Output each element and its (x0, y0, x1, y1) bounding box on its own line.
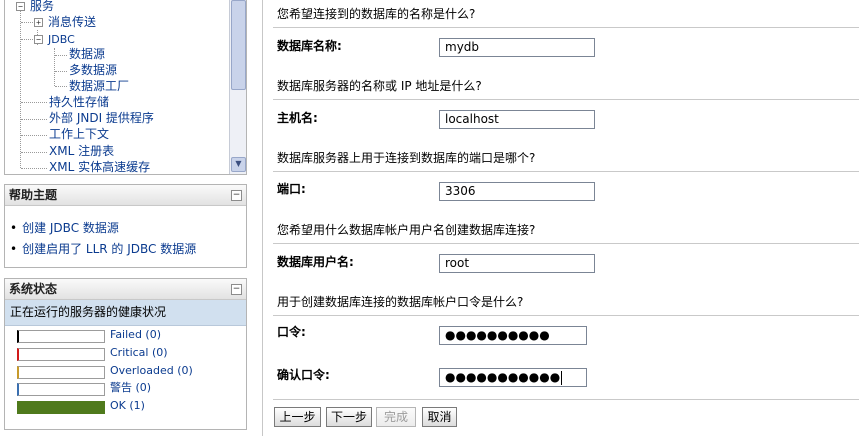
port-input[interactable]: 3306 (439, 182, 595, 201)
tree-item-label[interactable]: 服务 (30, 0, 54, 13)
tree-item-data-sources[interactable]: 数据源 (69, 46, 105, 63)
host-input[interactable]: localhost (439, 110, 595, 129)
health-bar (17, 366, 105, 379)
health-row: OK (1) (13, 397, 243, 415)
tree-item-work-contexts[interactable]: 工作上下文 (49, 126, 109, 143)
health-bar (17, 348, 105, 361)
confirm-password-value: ●●●●●●●●●●● (445, 370, 561, 384)
collapse-icon[interactable]: − (34, 35, 43, 44)
health-bar (17, 330, 105, 343)
domain-structure-tree: − 服务 + 消息传送 − JDBC 数据源 多数据源 数据源工厂 持久性存储 (4, 0, 247, 175)
confirm-password-input[interactable]: ●●●●●●●●●●● (439, 368, 587, 387)
tree-item-persistent-stores[interactable]: 持久性存储 (49, 94, 109, 111)
help-link[interactable]: • 创建 JDBC 数据源 (10, 218, 246, 239)
username-label: 数据库用户名: (277, 255, 354, 269)
host-label: 主机名: (277, 111, 318, 125)
expand-icon[interactable]: + (34, 18, 43, 27)
system-status-panel: 系统状态 − 正在运行的服务器的健康状况 Failed (0) Critical … (4, 278, 247, 430)
cancel-button[interactable]: 取消 (422, 407, 457, 427)
connection-form: 您希望连接到的数据库的名称是什么? 数据库名称: mydb 数据库服务器的名称或… (263, 0, 862, 436)
panel-header: 系统状态 − (5, 279, 246, 300)
health-link[interactable]: Critical (0) (110, 344, 168, 362)
tree-content: − 服务 + 消息传送 − JDBC 数据源 多数据源 数据源工厂 持久性存储 (5, 0, 229, 174)
tree-scrollbar[interactable]: ▼ (229, 0, 246, 174)
health-link[interactable]: 警告 (0) (110, 379, 151, 397)
tree-item-xml-entity-caches[interactable]: XML 实体高速缓存 (49, 159, 150, 174)
scroll-down-arrow-icon[interactable]: ▼ (231, 157, 246, 172)
tree-item-label[interactable]: JDBC (48, 33, 75, 46)
scrollbar-thumb[interactable] (231, 0, 246, 90)
minimize-icon[interactable]: − (231, 284, 242, 295)
divider (273, 171, 859, 172)
tree-item-messaging[interactable]: + 消息传送 (29, 14, 96, 31)
tree-item-label[interactable]: XML 实体高速缓存 (49, 160, 150, 174)
text-caret (561, 370, 563, 385)
finish-button[interactable]: 完成 (376, 407, 416, 427)
health-bar (17, 383, 105, 396)
health-link[interactable]: Failed (0) (110, 326, 161, 344)
panel-title: 帮助主题 (9, 188, 58, 202)
tree-item-multi-data-sources[interactable]: 多数据源 (69, 62, 117, 79)
health-link[interactable]: Overloaded (0) (110, 362, 193, 380)
back-button[interactable]: 上一步 (274, 407, 321, 427)
health-row: Critical (0) (13, 344, 243, 362)
tree-item-label[interactable]: XML 注册表 (49, 144, 114, 158)
divider (273, 243, 859, 244)
health-row: Overloaded (0) (13, 362, 243, 380)
port-label: 端口: (277, 182, 306, 196)
dbname-input[interactable]: mydb (439, 38, 595, 57)
health-row: Failed (0) (13, 326, 243, 344)
health-bar (17, 401, 105, 414)
health-link[interactable]: OK (1) (110, 397, 145, 415)
tree-item-label[interactable]: 持久性存储 (49, 95, 109, 109)
divider (273, 315, 859, 316)
tree-item-label[interactable]: 外部 JNDI 提供程序 (49, 111, 154, 125)
tree-item-label[interactable]: 工作上下文 (49, 127, 109, 141)
panel-header: 帮助主题 − (5, 185, 246, 206)
tree-item-jdbc[interactable]: − JDBC (29, 31, 75, 48)
minimize-icon[interactable]: − (231, 190, 242, 201)
help-topics-panel: 帮助主题 − • 创建 JDBC 数据源 • 创建启用了 LLR 的 JDBC 数据… (4, 184, 247, 268)
question-port: 数据库服务器上用于连接到数据库的端口是哪个? (277, 151, 536, 165)
tree-item-foreign-jndi[interactable]: 外部 JNDI 提供程序 (49, 110, 154, 127)
tree-item-data-source-factories[interactable]: 数据源工厂 (69, 78, 129, 95)
tree-item-label[interactable]: 数据源工厂 (69, 79, 129, 93)
tree-item-label[interactable]: 数据源 (69, 47, 105, 61)
username-input[interactable]: root (439, 254, 595, 273)
tree-item-services[interactable]: − 服务 (11, 0, 54, 15)
question-user: 您希望用什么数据库帐户用户名创建数据库连接? (277, 223, 536, 237)
password-label: 口令: (277, 325, 306, 339)
left-panel: − 服务 + 消息传送 − JDBC 数据源 多数据源 数据源工厂 持久性存储 (0, 0, 262, 436)
dbname-label: 数据库名称: (277, 39, 342, 53)
panel-title: 系统状态 (9, 282, 58, 296)
divider (273, 27, 859, 28)
question-host: 数据库服务器的名称或 IP 地址是什么? (277, 79, 482, 93)
password-input[interactable]: ●●●●●●●●●● (439, 326, 587, 345)
divider (273, 99, 859, 100)
tree-item-label[interactable]: 多数据源 (69, 63, 117, 77)
confirm-password-label: 确认口令: (277, 368, 330, 382)
question-dbname: 您希望连接到的数据库的名称是什么? (277, 7, 476, 21)
tree-item-xml-registries[interactable]: XML 注册表 (49, 143, 114, 160)
question-password: 用于创建数据库连接的数据库帐户口令是什么? (277, 295, 524, 309)
divider (273, 399, 859, 400)
health-subtitle: 正在运行的服务器的健康状况 (5, 300, 246, 326)
health-row: 警告 (0) (13, 379, 243, 397)
tree-item-label[interactable]: 消息传送 (48, 15, 96, 29)
collapse-icon[interactable]: − (16, 2, 25, 11)
help-links: • 创建 JDBC 数据源 • 创建启用了 LLR 的 JDBC 数据源 (5, 206, 246, 260)
next-button[interactable]: 下一步 (326, 407, 372, 427)
help-link[interactable]: • 创建启用了 LLR 的 JDBC 数据源 (10, 239, 246, 260)
